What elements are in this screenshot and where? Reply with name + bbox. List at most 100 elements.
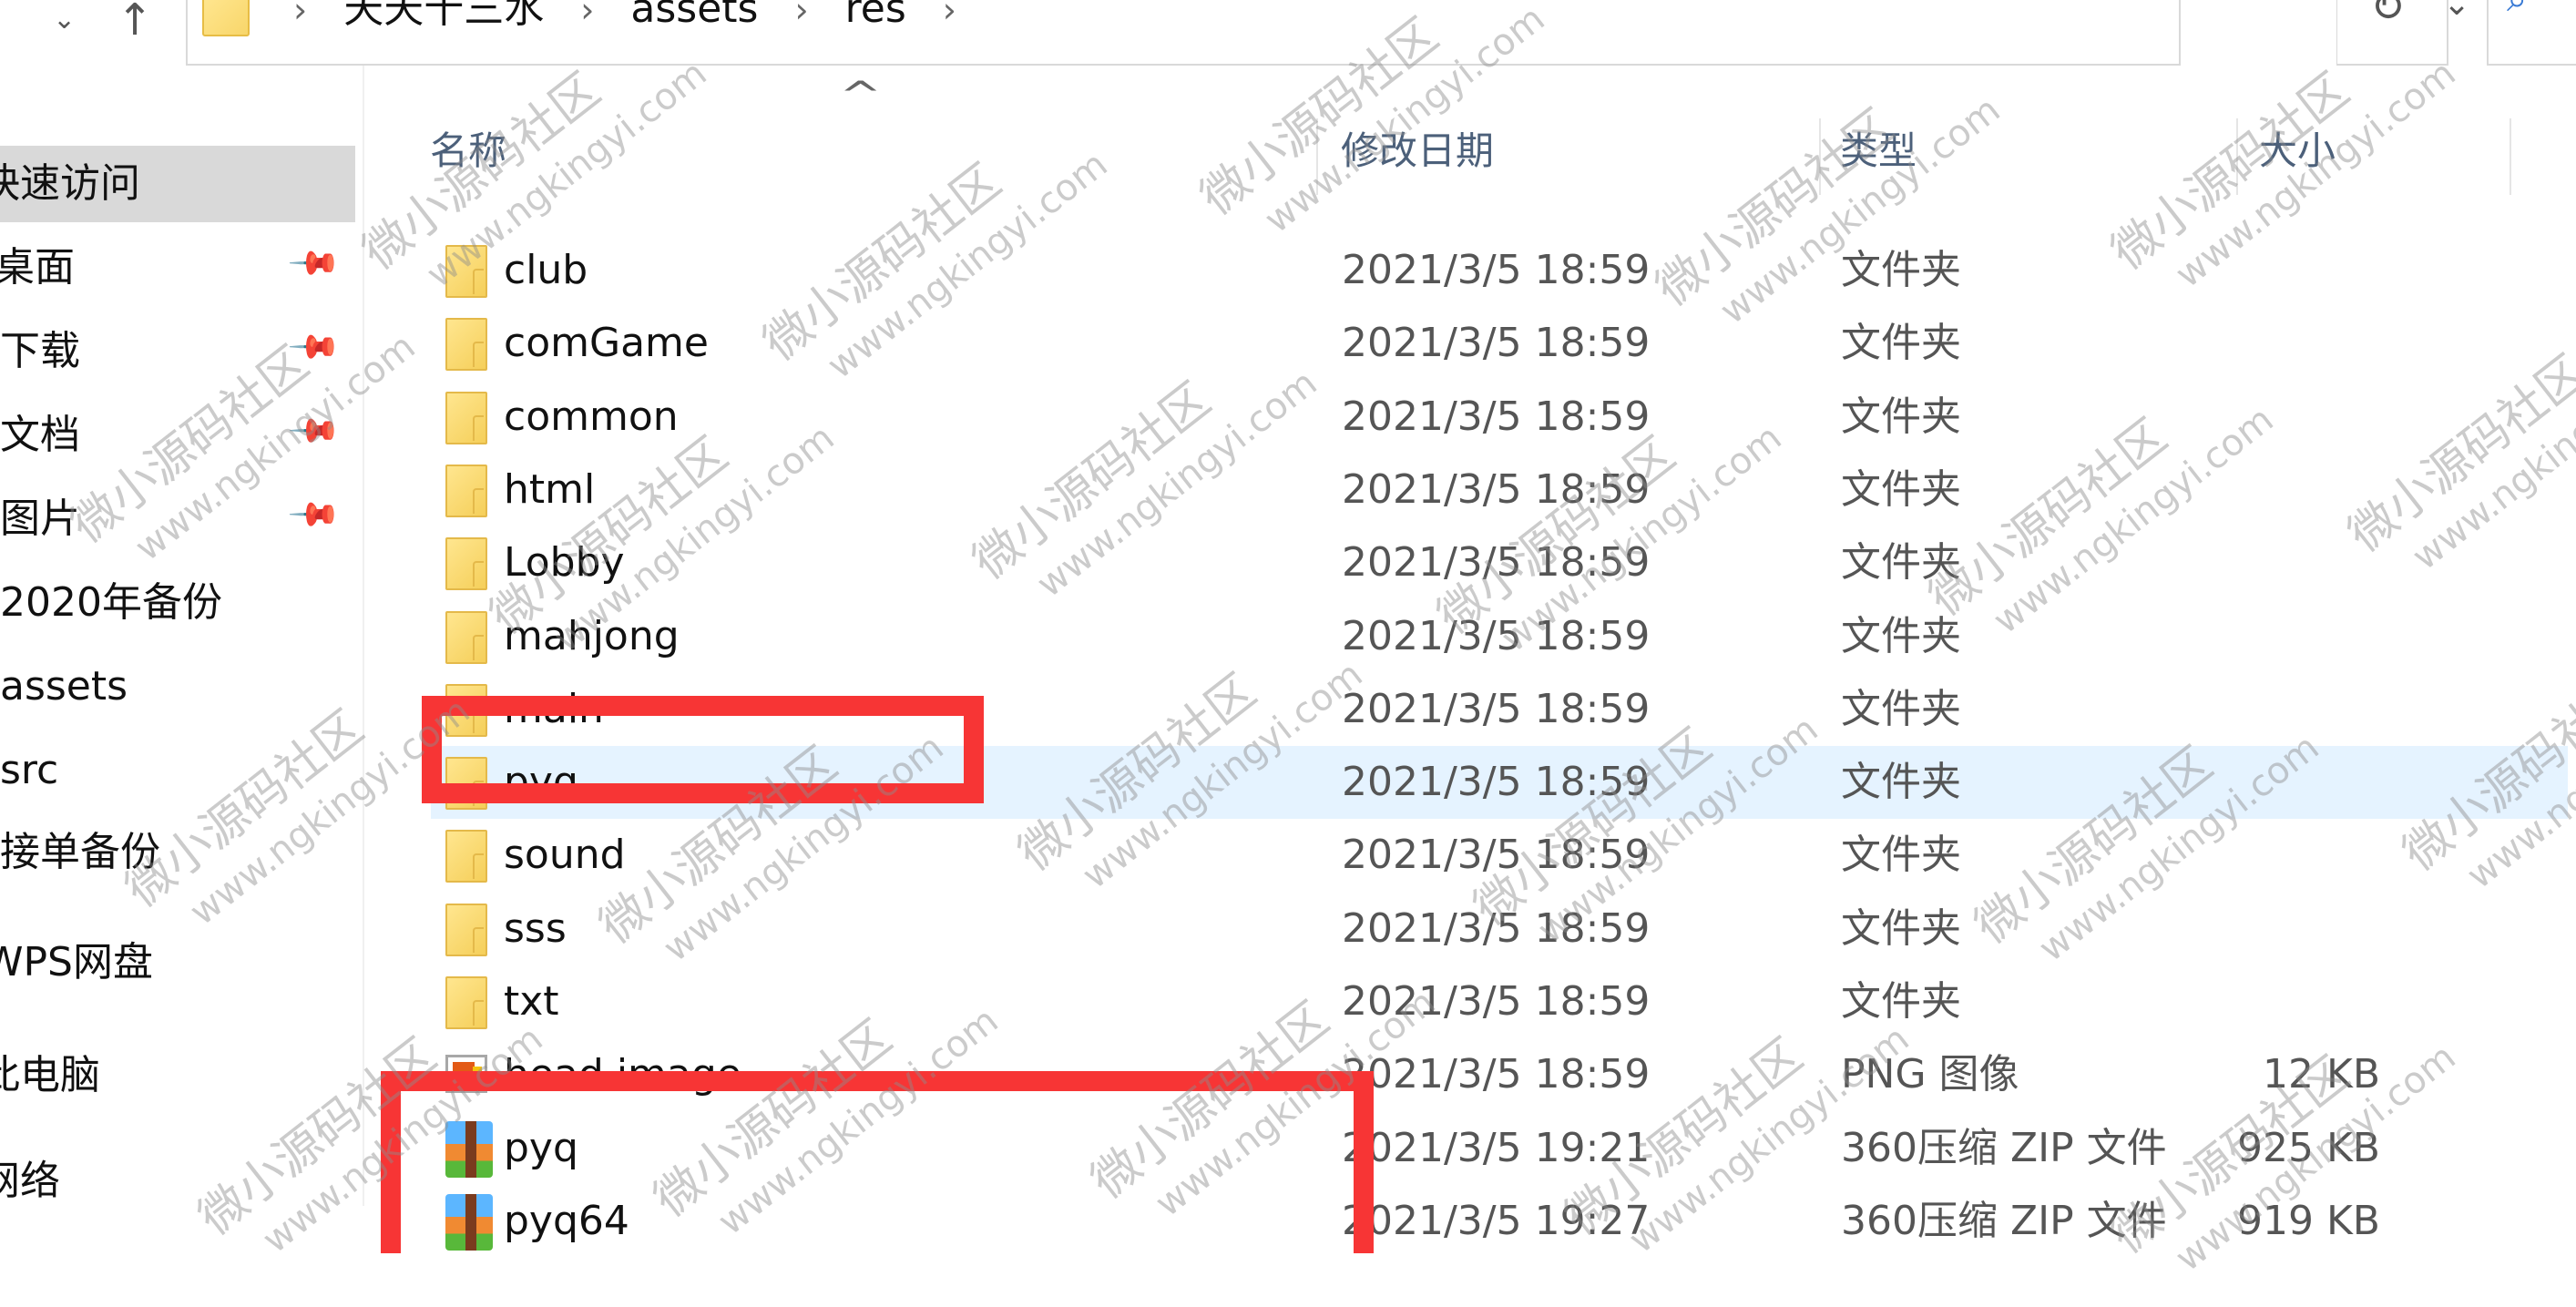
file-row[interactable]: club 2021/3/5 18:59 文件夹 [431, 234, 2568, 307]
file-name: Lobby [504, 539, 625, 587]
file-row[interactable]: sss 2021/3/5 18:59 文件夹 [431, 893, 2568, 965]
column-divider[interactable] [1316, 118, 1318, 195]
column-header-name[interactable]: 名称 [430, 113, 506, 189]
file-list: ^ 名称 修改日期 类型 大小 club 2021/3/5 18:59 文件夹 com… [364, 66, 2576, 1251]
sidebar-item-label: 文档 [0, 412, 80, 458]
file-modified-date: 2021/3/5 18:59 [1342, 978, 1651, 1025]
sidebar-item-network[interactable]: 网络 [0, 1143, 355, 1220]
file-name: club [504, 247, 588, 293]
file-modified-date: 2021/3/5 18:59 [1342, 465, 1651, 513]
sidebar-item-label: 图片 [0, 495, 80, 542]
sidebar-item-label: 网络 [0, 1158, 60, 1204]
navigation-pane: 快速访问 桌面 📌 下载 📌 文档 📌 图片 📌 2020年备份 assets … [0, 66, 364, 1206]
column-divider[interactable] [2510, 118, 2511, 195]
file-modified-date: 2021/3/5 18:59 [1342, 759, 1651, 806]
breadcrumb-separator[interactable]: › [943, 0, 956, 30]
breadcrumb-item[interactable]: res [845, 0, 906, 32]
breadcrumb-separator[interactable]: › [293, 0, 307, 30]
file-name: sound [504, 832, 626, 879]
column-header-type[interactable]: 类型 [1840, 113, 1917, 189]
sidebar-item-assets[interactable]: assets [0, 648, 355, 725]
sidebar-item-desktop[interactable]: 桌面 📌 [0, 230, 355, 306]
sort-ascending-icon: ^ [839, 75, 883, 117]
address-bar[interactable]: › 天天十三水 › assets › res › ⌄ [186, 0, 2470, 66]
file-type: 文件夹 [1841, 904, 1961, 952]
file-modified-date: 2021/3/5 18:59 [1342, 539, 1651, 587]
column-divider[interactable] [1819, 118, 1821, 195]
folder-icon [445, 610, 487, 664]
file-name: common [504, 393, 679, 440]
sidebar-item-this-pc[interactable]: 此电脑 [0, 1037, 355, 1114]
pin-icon[interactable]: 📌 [287, 235, 342, 291]
highlight-box-zip-files [381, 1071, 1374, 1253]
file-row[interactable]: comGame 2021/3/5 18:59 文件夹 [431, 307, 2568, 380]
file-name: sss [504, 904, 567, 952]
sidebar-item-label: 下载 [0, 328, 80, 374]
breadcrumb-separator[interactable]: › [580, 0, 594, 30]
sidebar-item-quick-access[interactable]: 快速访问 [0, 146, 355, 222]
sidebar-item-label: assets [0, 663, 128, 710]
file-modified-date: 2021/3/5 19:27 [1342, 1197, 1651, 1244]
refresh-button[interactable]: ↻ [2336, 0, 2448, 66]
file-type: 文件夹 [1841, 393, 1961, 440]
sidebar-item-downloads[interactable]: 下载 📌 [0, 313, 355, 390]
folder-icon [202, 0, 250, 36]
file-type: 文件夹 [1841, 759, 1961, 806]
folder-icon [445, 903, 487, 956]
sidebar-item-2020-backup[interactable]: 2020年备份 [0, 565, 355, 641]
column-header-size[interactable]: 大小 [2259, 113, 2336, 189]
file-row[interactable]: mahjong 2021/3/5 18:59 文件夹 [431, 600, 2568, 673]
file-name: comGame [504, 320, 709, 367]
file-row[interactable]: common 2021/3/5 18:59 文件夹 [431, 381, 2568, 454]
file-type: 文件夹 [1841, 320, 1961, 367]
file-type: 文件夹 [1841, 465, 1961, 513]
column-header-date[interactable]: 修改日期 [1341, 113, 1494, 189]
file-modified-date: 2021/3/5 18:59 [1342, 247, 1651, 293]
folder-icon [445, 537, 487, 591]
sidebar-item-wps-drive[interactable]: WPS网盘 [0, 924, 355, 1001]
breadcrumb-item[interactable]: assets [630, 0, 758, 32]
folder-icon [445, 464, 487, 517]
pin-icon[interactable]: 📌 [287, 486, 342, 543]
file-row[interactable]: Lobby 2021/3/5 18:59 文件夹 [431, 526, 2568, 599]
breadcrumb: › 天天十三水 › assets › res › [270, 0, 980, 37]
pin-icon[interactable]: 📌 [287, 319, 342, 375]
pin-icon[interactable]: 📌 [287, 403, 342, 459]
file-name: html [504, 465, 596, 513]
file-row[interactable]: sound 2021/3/5 18:59 文件夹 [431, 819, 2568, 892]
sidebar-item-label: 接单备份 [0, 829, 160, 875]
file-type: PNG 图像 [1841, 1051, 2019, 1098]
search-icon: ⌕ [2507, 0, 2527, 20]
sidebar-item-src[interactable]: src [0, 732, 355, 809]
column-divider[interactable] [2236, 118, 2238, 195]
sidebar-item-order-backup[interactable]: 接单备份 [0, 814, 355, 891]
highlight-box-pyq-folder [422, 696, 984, 803]
file-name: txt [504, 978, 559, 1025]
file-size: 925 KB [2236, 1124, 2380, 1171]
file-row[interactable]: html 2021/3/5 18:59 文件夹 [431, 454, 2568, 526]
breadcrumb-separator[interactable]: › [794, 0, 808, 30]
sidebar-item-pictures[interactable]: 图片 📌 [0, 481, 355, 557]
sidebar-item-label: 桌面 [0, 244, 75, 291]
file-modified-date: 2021/3/5 18:59 [1342, 685, 1651, 732]
search-input[interactable]: ⌕ [2487, 0, 2576, 66]
file-size: 919 KB [2236, 1197, 2380, 1244]
file-name: mahjong [504, 612, 680, 659]
up-arrow-icon[interactable]: ↑ [117, 0, 153, 47]
sidebar-item-documents[interactable]: 文档 📌 [0, 397, 355, 474]
breadcrumb-item[interactable]: 天天十三水 [343, 0, 544, 32]
file-type: 文件夹 [1841, 685, 1961, 732]
recent-locations-chevron-icon[interactable]: ⌄ [53, 0, 76, 47]
sidebar-item-label: src [0, 747, 59, 793]
sidebar-item-label: 此电脑 [0, 1052, 100, 1098]
folder-icon [445, 976, 487, 1029]
file-row[interactable]: txt 2021/3/5 18:59 文件夹 [431, 965, 2568, 1038]
file-type: 360压缩 ZIP 文件 [1841, 1197, 2167, 1244]
file-modified-date: 2021/3/5 18:59 [1342, 1051, 1651, 1098]
file-modified-date: 2021/3/5 19:21 [1342, 1124, 1651, 1171]
folder-icon [445, 830, 487, 883]
file-type: 文件夹 [1841, 832, 1961, 879]
folder-icon [445, 245, 487, 298]
file-modified-date: 2021/3/5 18:59 [1342, 904, 1651, 952]
back-arrow-icon[interactable]: › [0, 0, 2, 47]
